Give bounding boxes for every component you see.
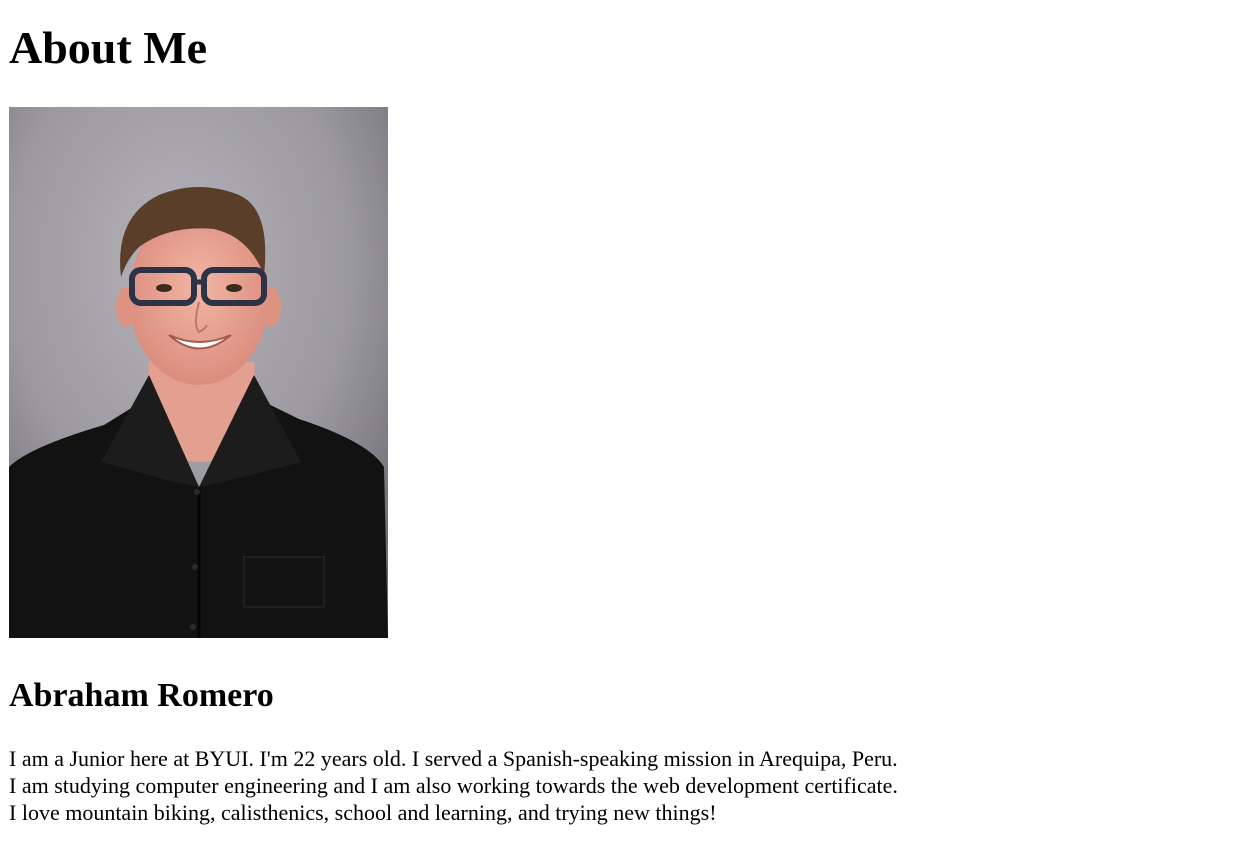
bio-paragraph: I am a Junior here at BYUI. I'm 22 years… <box>9 745 898 826</box>
bio-line: I am studying computer engineering and I… <box>9 773 898 798</box>
page-title: About Me <box>9 22 208 73</box>
about-page: About Me Abraham Romero I am a Junior he… <box>0 0 1243 856</box>
profile-photo <box>9 107 388 638</box>
bio-line: I love mountain biking, calisthenics, sc… <box>9 800 717 825</box>
person-name: Abraham Romero <box>9 677 274 714</box>
bio-line: I am a Junior here at BYUI. I'm 22 years… <box>9 746 898 771</box>
